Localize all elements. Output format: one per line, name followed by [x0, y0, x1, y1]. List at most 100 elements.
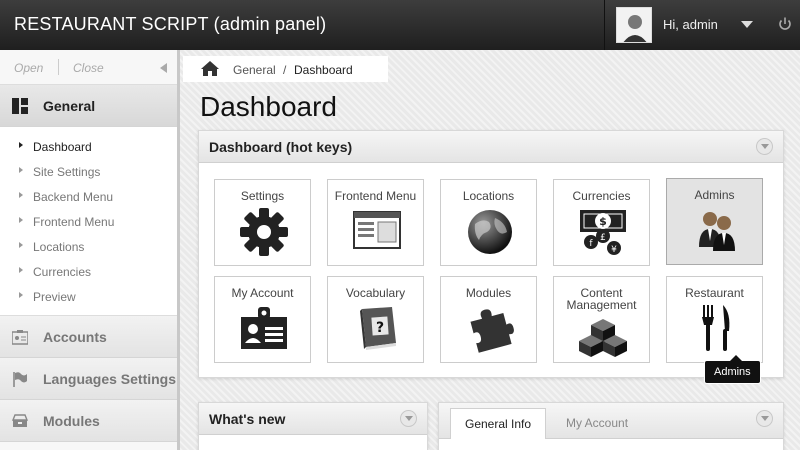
breadcrumb: General / Dashboard [183, 56, 388, 82]
bullet-arrow-icon [19, 217, 23, 223]
collapse-chevron-icon[interactable] [400, 410, 417, 427]
top-bar: RESTAURANT SCRIPT (admin panel) Hi, admi… [0, 0, 800, 50]
tile-locations[interactable]: Locations [440, 179, 537, 266]
accounts-icon [12, 330, 28, 345]
tile-label: Settings [240, 189, 285, 203]
tile-label: Modules [465, 286, 512, 300]
divider [58, 59, 59, 75]
frontend-menu-icon [353, 211, 401, 249]
dashboard-grid-icon [12, 98, 28, 114]
tile-frontend-menu[interactable]: Frontend Menu [327, 179, 424, 266]
collapse-chevron-icon[interactable] [756, 410, 773, 427]
bullet-arrow-icon [19, 292, 23, 298]
flag-icon [13, 372, 27, 387]
sidebar-item-label: Preview [33, 290, 76, 304]
sidebar-section-modules[interactable]: Modules [0, 400, 177, 442]
tile-modules[interactable]: Modules [440, 276, 537, 363]
sidebar-toggle: Open Close [0, 50, 177, 85]
tab-my-account[interactable]: My Account [552, 408, 642, 439]
tile-label: Content Management [566, 286, 637, 312]
sidebar-item-preview[interactable]: Preview [0, 284, 177, 309]
sidebar-item-site-settings[interactable]: Site Settings [0, 159, 177, 184]
tile-label: Vocabulary [345, 286, 406, 300]
breadcrumb-separator: / [283, 63, 287, 77]
sidebar-close-link[interactable]: Close [73, 61, 104, 75]
tile-vocabulary[interactable]: Vocabulary ? [327, 276, 424, 363]
main-content: General / Dashboard Dashboard Dashboard … [180, 50, 800, 450]
modules-icon [12, 414, 28, 427]
cubes-icon [579, 319, 627, 357]
sidebar-item-dashboard[interactable]: Dashboard [0, 134, 177, 159]
sidebar-item-locations[interactable]: Locations [0, 234, 177, 259]
panel-title: What's new [209, 411, 286, 427]
tile-label: My Account [231, 286, 294, 300]
tile-settings[interactable]: Settings [214, 179, 311, 266]
svg-text:¥: ¥ [611, 245, 617, 255]
tile-label: Currencies [572, 189, 631, 203]
bullet-arrow-icon [19, 142, 23, 148]
app-title: RESTAURANT SCRIPT (admin panel) [14, 14, 327, 34]
sidebar-section-label: Languages Settings [43, 371, 177, 387]
tile-content-management[interactable]: Content Management [553, 276, 650, 363]
bullet-arrow-icon [19, 167, 23, 173]
sidebar-section-label: Accounts [43, 329, 107, 345]
tile-label: Frontend Menu [334, 189, 417, 203]
sidebar-item-frontend-menu[interactable]: Frontend Menu [0, 209, 177, 234]
collapse-arrow-icon[interactable] [160, 63, 167, 73]
tile-label: Restaurant [685, 286, 744, 300]
sidebar-section-accounts[interactable]: Accounts [0, 316, 177, 358]
power-icon[interactable] [777, 16, 793, 32]
globe-icon [468, 210, 512, 254]
info-panel: General Info My Account [438, 402, 784, 450]
panel-header: General Info My Account [439, 403, 783, 439]
sidebar-item-label: Dashboard [33, 140, 92, 154]
hotkeys-panel: Dashboard (hot keys) Settings Frontend M… [198, 130, 784, 383]
puzzle-icon [470, 309, 514, 353]
svg-text:?: ? [376, 320, 384, 336]
sidebar-section-languages-settings[interactable]: Languages Settings [0, 358, 177, 400]
sidebar-open-link[interactable]: Open [14, 61, 43, 75]
sidebar-item-label: Site Settings [33, 165, 101, 179]
tooltip-admins: Admins [705, 355, 760, 383]
sidebar-section-general[interactable]: General [0, 85, 177, 127]
sidebar-item-label: Currencies [33, 265, 92, 279]
sidebar-section-label: General [43, 98, 96, 114]
bullet-arrow-icon [19, 192, 23, 198]
user-menu[interactable]: Hi, admin [604, 0, 800, 50]
panel-title: Dashboard (hot keys) [209, 139, 353, 155]
fork-knife-icon [702, 305, 730, 351]
panel-header: What's new [199, 403, 427, 435]
breadcrumb-general-link[interactable]: General [233, 63, 276, 77]
panel-header: Dashboard (hot keys) [199, 131, 783, 163]
sidebar-item-label: Backend Menu [33, 190, 114, 204]
svg-text:$: $ [599, 215, 607, 228]
tab-general-info[interactable]: General Info [450, 408, 547, 439]
home-icon[interactable] [200, 60, 220, 77]
user-greeting: Hi, admin [663, 17, 718, 32]
sidebar-item-backend-menu[interactable]: Backend Menu [0, 184, 177, 209]
sidebar-item-currencies[interactable]: Currencies [0, 259, 177, 284]
tile-label: Locations [462, 189, 515, 203]
id-card-icon [241, 307, 287, 349]
collapse-chevron-icon[interactable] [756, 138, 773, 155]
whats-new-panel: What's new [198, 402, 428, 450]
tile-admins[interactable]: Admins [666, 178, 763, 265]
bullet-arrow-icon [19, 267, 23, 273]
sidebar: Open Close General Dashboard Site Settin… [0, 50, 180, 450]
tile-my-account[interactable]: My Account [214, 276, 311, 363]
currencies-icon: $ f £ ¥ [580, 210, 626, 255]
svg-text:£: £ [600, 233, 606, 243]
admins-icon [699, 212, 735, 251]
tile-label: Admins [694, 188, 735, 202]
bullet-arrow-icon [19, 242, 23, 248]
sidebar-item-label: Frontend Menu [33, 215, 115, 229]
tile-restaurant[interactable]: Restaurant [666, 276, 763, 363]
sidebar-item-label: Locations [33, 240, 85, 254]
avatar[interactable] [616, 7, 652, 43]
tile-currencies[interactable]: Currencies $ f £ ¥ [553, 179, 650, 266]
chevron-down-icon[interactable] [741, 21, 753, 28]
gear-icon [240, 208, 288, 256]
page-title: Dashboard [200, 91, 337, 122]
sidebar-submenu-general: Dashboard Site Settings Backend Menu Fro… [0, 127, 177, 316]
sidebar-section-label: Modules [43, 413, 100, 429]
